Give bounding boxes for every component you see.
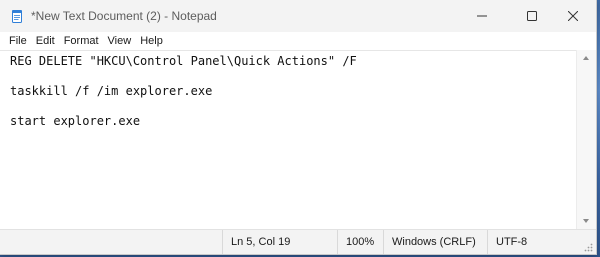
editor-line: start explorer.exe — [10, 114, 141, 128]
close-icon — [568, 11, 578, 21]
maximize-button[interactable] — [509, 0, 555, 32]
title-bar[interactable]: *New Text Document (2) - Notepad — [0, 0, 596, 32]
notepad-icon — [12, 10, 22, 23]
menu-format[interactable]: Format — [59, 32, 103, 50]
maximize-icon — [527, 11, 537, 21]
cursor-position: Ln 5, Col 19 — [222, 230, 331, 254]
scroll-down-arrow-icon[interactable] — [583, 219, 589, 223]
minimize-button[interactable] — [459, 0, 505, 32]
notepad-window: *New Text Document (2) - Notepad File Ed… — [0, 0, 597, 255]
menu-file[interactable]: File — [4, 32, 31, 50]
editor-line: taskkill /f /im explorer.exe — [10, 84, 213, 98]
editor-line: REG DELETE "HKCU\Control Panel\Quick Act… — [10, 54, 357, 68]
line-ending: Windows (CRLF) — [383, 230, 482, 254]
menu-edit[interactable]: Edit — [31, 32, 59, 50]
menu-view[interactable]: View — [103, 32, 136, 50]
text-editor[interactable]: REG DELETE "HKCU\Control Panel\Quick Act… — [0, 50, 576, 230]
zoom-level: 100% — [337, 230, 386, 254]
scroll-up-arrow-icon[interactable] — [583, 56, 589, 60]
resize-grip-icon[interactable] — [584, 243, 593, 252]
vertical-scrollbar[interactable] — [576, 50, 596, 229]
menu-help[interactable]: Help — [135, 32, 167, 50]
menu-bar: File Edit Format View Help — [0, 32, 596, 50]
close-button[interactable] — [550, 0, 596, 32]
window-title: *New Text Document (2) - Notepad — [31, 9, 217, 23]
encoding: UTF-8 — [487, 230, 576, 254]
status-bar: Ln 5, Col 19 100% Windows (CRLF) UTF-8 — [0, 229, 596, 254]
minimize-icon — [477, 15, 487, 17]
